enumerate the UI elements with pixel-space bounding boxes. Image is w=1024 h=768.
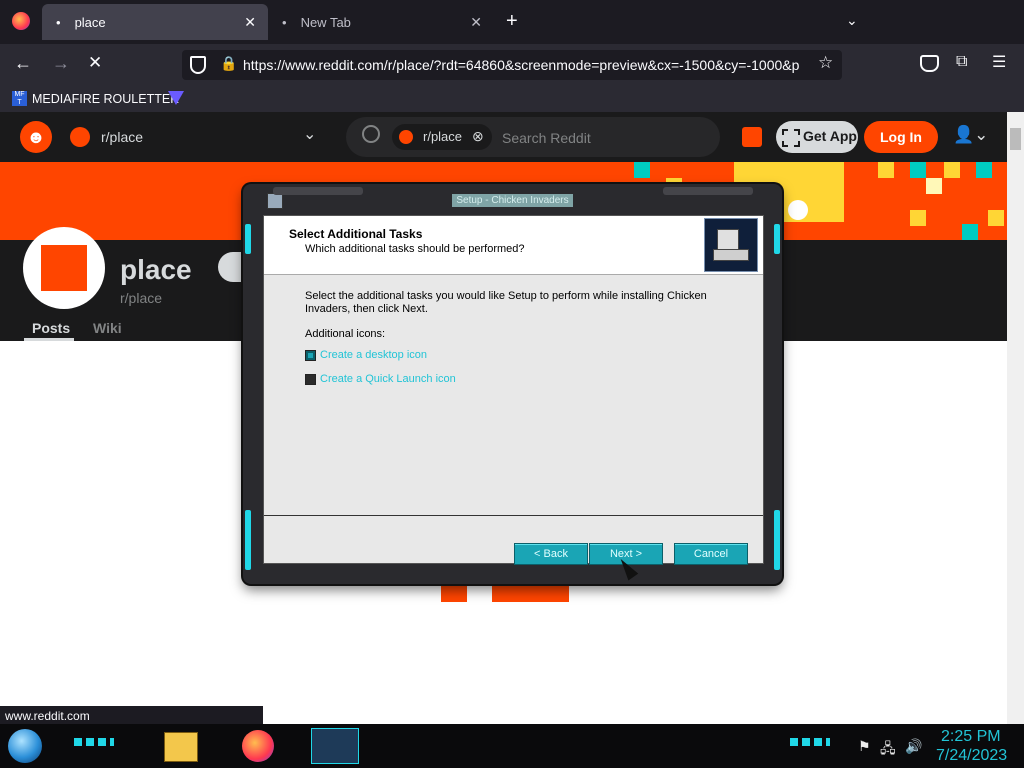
- tab-place[interactable]: • place ✕: [42, 4, 268, 40]
- search-box[interactable]: r/place ⊗ Search Reddit: [346, 117, 720, 157]
- community-name: place: [120, 254, 192, 285]
- orange-block-2: [492, 584, 569, 602]
- checkbox-label[interactable]: Create a Quick Launch icon: [320, 373, 456, 385]
- back-arrow-icon[interactable]: ←: [14, 53, 32, 74]
- place-logo-icon: [41, 245, 87, 291]
- clock-date[interactable]: 7/24/2023: [936, 747, 1007, 765]
- get-app-button[interactable]: Get App: [776, 121, 858, 153]
- checkbox-checked[interactable]: [305, 349, 316, 361]
- qr-icon: [782, 129, 800, 147]
- pocket-icon[interactable]: [920, 55, 939, 72]
- setup-taskbar-icon[interactable]: [311, 728, 359, 764]
- new-tab-button[interactable]: +: [506, 10, 518, 33]
- place-app-icon[interactable]: [742, 127, 762, 147]
- tab-label: place: [74, 14, 106, 30]
- lock-icon[interactable]: 🔒: [220, 55, 237, 72]
- chevron-down-icon[interactable]: ⌄: [303, 124, 316, 144]
- border-led-right: [774, 224, 780, 254]
- tab-posts-underline: [24, 338, 74, 341]
- shield-icon[interactable]: [190, 56, 206, 74]
- bookmarks-toolbar: MF T MEDIAFIRE ROULETTER: [0, 86, 1024, 112]
- clear-chip-icon[interactable]: ⊗: [472, 128, 484, 145]
- close-tab-icon[interactable]: ✕: [470, 14, 482, 31]
- dialog-subheading: Which additional tasks should be perform…: [305, 243, 525, 255]
- taskbar-led-left: [74, 738, 114, 746]
- firefox-taskbar-icon[interactable]: [242, 730, 274, 762]
- search-icon: [362, 125, 380, 143]
- place-chip-icon: [399, 130, 413, 144]
- login-button[interactable]: Log In: [864, 121, 938, 153]
- file-explorer-icon[interactable]: [164, 732, 198, 762]
- quick-launch-option[interactable]: Create a Quick Launch icon: [305, 373, 456, 385]
- list-tabs-chevron-icon[interactable]: ⌄: [846, 12, 858, 29]
- border-led-left: [245, 224, 251, 254]
- dialog-body: Select Additional Tasks Which additional…: [263, 215, 764, 565]
- get-app-label: Get App: [803, 128, 857, 144]
- start-orb-icon[interactable]: [8, 729, 42, 763]
- app-menu-icon[interactable]: ☰: [992, 52, 1006, 72]
- user-menu-icon[interactable]: 👤⌄: [953, 125, 988, 145]
- volume-icon[interactable]: 🔊: [905, 738, 922, 755]
- bookmark-star-icon[interactable]: ☆: [818, 53, 833, 73]
- tab-bar: • place ✕ • New Tab ✕ + ⌄: [0, 0, 1024, 44]
- bookmark-2[interactable]: [168, 91, 189, 105]
- dialog-heading: Select Additional Tasks: [289, 227, 423, 241]
- tab-dot-icon: •: [56, 14, 61, 30]
- search-input[interactable]: Search Reddit: [502, 130, 591, 146]
- clock-time[interactable]: 2:25 PM: [941, 728, 1001, 746]
- tab-dot-icon: •: [282, 14, 287, 30]
- flag-icon[interactable]: ⚑: [858, 738, 871, 755]
- tab-new-tab[interactable]: • New Tab ✕: [268, 4, 494, 40]
- extensions-icon[interactable]: ⧉: [956, 53, 967, 71]
- close-tab-icon[interactable]: ✕: [244, 14, 256, 31]
- setup-dialog: Setup - Chicken Invaders Select Addition…: [243, 184, 782, 584]
- scrollbar-thumb[interactable]: [1010, 128, 1021, 150]
- tab-wiki[interactable]: Wiki: [93, 320, 122, 336]
- mf-icon: MF T: [12, 91, 27, 106]
- dialog-separator: [264, 515, 763, 516]
- desktop-icon-option[interactable]: Create a desktop icon: [305, 349, 427, 361]
- dialog-top-trim: [273, 187, 363, 195]
- search-chip[interactable]: r/place ⊗: [392, 124, 492, 150]
- status-url: www.reddit.com: [0, 706, 263, 726]
- back-button[interactable]: < Back: [514, 543, 588, 565]
- orange-block-1: [441, 584, 467, 602]
- stop-loading-icon[interactable]: ✕: [88, 53, 102, 73]
- dialog-top-trim: [663, 187, 753, 195]
- bookmark-label: MEDIAFIRE ROULETTER: [32, 91, 180, 106]
- dialog-header: Select Additional Tasks Which additional…: [264, 216, 763, 275]
- checkbox-label[interactable]: Create a desktop icon: [320, 349, 427, 361]
- forward-arrow-icon[interactable]: →: [52, 53, 70, 74]
- tab-label: New Tab: [300, 14, 351, 30]
- triangle-icon: [168, 91, 184, 105]
- taskbar: ⚑ 🖧 🔊 2:25 PM 7/24/2023: [0, 724, 1024, 768]
- tab-posts[interactable]: Posts: [32, 320, 70, 336]
- community-switcher-label[interactable]: r/place: [101, 129, 143, 145]
- computer-install-icon: [704, 218, 758, 272]
- network-icon[interactable]: 🖧: [880, 738, 896, 762]
- place-icon[interactable]: [70, 127, 90, 147]
- community-subname: r/place: [120, 290, 163, 306]
- setup-app-icon[interactable]: [267, 193, 283, 209]
- navigation-bar: ← → ✕ 🔒 https://www.reddit.com/r/place/?…: [0, 44, 1024, 86]
- additional-icons-label: Additional icons:: [305, 328, 386, 340]
- search-chip-label: r/place: [423, 129, 463, 144]
- url-text[interactable]: https://www.reddit.com/r/place/?rdt=6486…: [243, 57, 809, 73]
- dialog-description: Select the additional tasks you would li…: [305, 290, 707, 315]
- border-led-right-lower: [774, 510, 780, 570]
- checkbox-unchecked[interactable]: [305, 373, 316, 385]
- reddit-header: ☻ r/place ⌄ r/place ⊗ Search Reddit Get …: [0, 112, 1007, 162]
- bookmark-mediafire[interactable]: MF T MEDIAFIRE ROULETTER: [12, 91, 179, 106]
- border-led-left-lower: [245, 510, 251, 570]
- url-bar[interactable]: 🔒 https://www.reddit.com/r/place/?rdt=64…: [182, 50, 842, 80]
- dialog-title: Setup - Chicken Invaders: [452, 194, 573, 207]
- reddit-logo-icon[interactable]: ☻: [20, 121, 52, 153]
- community-avatar: [23, 227, 105, 309]
- cancel-button[interactable]: Cancel: [674, 543, 748, 565]
- taskbar-led-right: [790, 738, 830, 746]
- firefox-menu-icon[interactable]: [12, 12, 30, 30]
- scrollbar[interactable]: [1007, 112, 1024, 724]
